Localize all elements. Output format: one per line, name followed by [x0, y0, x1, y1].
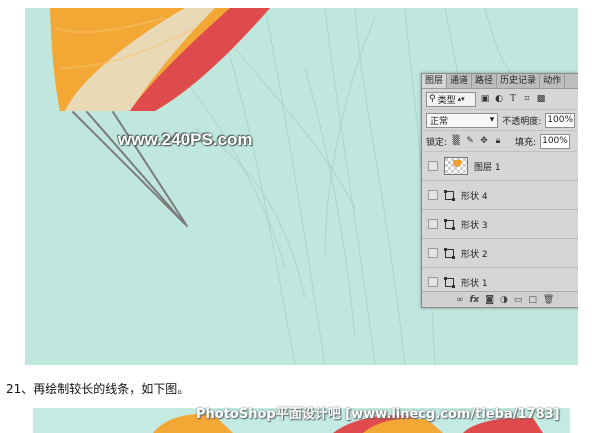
watermark: www.240PS.com	[118, 130, 253, 149]
visibility-toggle[interactable]	[428, 219, 438, 229]
trash-icon[interactable]: 🗑︎	[543, 295, 554, 305]
layer-name: 形状 2	[461, 249, 488, 260]
mask-icon[interactable]: ◙	[485, 295, 494, 305]
opacity-label: 不透明度:	[502, 116, 542, 127]
layer-name: 形状 4	[461, 191, 488, 202]
type-filter-icon[interactable]: T	[508, 94, 518, 104]
visibility-toggle[interactable]	[428, 161, 438, 171]
adjustment-icon[interactable]: ◑	[500, 295, 508, 305]
fill-input[interactable]: 100%	[540, 133, 571, 149]
layer-row[interactable]: 形状 4	[422, 181, 578, 210]
image-filter-icon[interactable]: ▣	[480, 94, 490, 104]
layers-panel[interactable]: 图层 通道 路径 历史记录 动作 ⚲ 类型 ▴▾ ▣ ◐ T ⌗ ▩ 正常 ▾ …	[421, 73, 578, 308]
step-text: 21、再绘制较长的线条，如下图。	[6, 382, 190, 396]
layer-row[interactable]: 图层 1	[422, 152, 578, 181]
photoshop-canvas[interactable]: www.240PS.com 图层 通道 路径 历史记录 动作 ⚲ 类型 ▴▾ ▣…	[25, 8, 578, 365]
panel-footer: ∞ fx ◙ ◑ ▭ □ 🗑︎	[422, 291, 578, 307]
new-layer-icon[interactable]: □	[528, 295, 537, 305]
panel-tabs: 图层 通道 路径 历史记录 动作	[422, 74, 578, 89]
opacity-input[interactable]: 100%	[545, 112, 575, 128]
tab-history[interactable]: 历史记录	[497, 74, 541, 88]
search-icon: ⚲	[429, 94, 436, 104]
visibility-toggle[interactable]	[428, 248, 438, 258]
blend-row: 正常 ▾ 不透明度: 100%	[422, 110, 578, 131]
visibility-toggle[interactable]	[428, 277, 438, 287]
tab-channels[interactable]: 通道	[447, 74, 473, 88]
lock-paint-icon[interactable]: ✎	[465, 136, 475, 146]
layer-row[interactable]: 形状 2	[422, 239, 578, 268]
shape-layer-icon	[444, 218, 455, 230]
tab-paths[interactable]: 路径	[472, 74, 498, 88]
lock-row: 锁定: ▒ ✎ ✥ 🔒︎ 填充: 100%	[422, 131, 578, 152]
link-icon[interactable]: ∞	[456, 295, 464, 305]
filter-row: ⚲ 类型 ▴▾ ▣ ◐ T ⌗ ▩	[422, 89, 578, 110]
shape-layer-icon	[444, 189, 455, 201]
tab-layers[interactable]: 图层	[422, 74, 448, 88]
layer-thumbnail	[444, 157, 468, 175]
shape-filter-icon[interactable]: ⌗	[522, 94, 532, 104]
layer-name: 图层 1	[474, 162, 501, 173]
kind-label: 类型	[437, 95, 456, 106]
visibility-toggle[interactable]	[428, 190, 438, 200]
layer-row[interactable]: 形状 3	[422, 210, 578, 239]
layer-name: 形状 1	[461, 278, 488, 289]
shape-layer-icon	[444, 247, 455, 259]
lock-label: 锁定:	[426, 137, 448, 148]
fill-label: 填充:	[515, 137, 537, 148]
layer-name: 形状 3	[461, 220, 488, 231]
forum-watermark: PhotoShop平面设计吧 [www.linecg.com/tieba/178…	[196, 407, 560, 422]
adjustment-filter-icon[interactable]: ◐	[494, 94, 504, 104]
tab-actions[interactable]: 动作	[540, 74, 566, 88]
group-folder-icon[interactable]: ▭	[514, 295, 523, 305]
lock-transparency-icon[interactable]: ▒	[451, 136, 461, 146]
chevron-down-icon: ▾	[489, 115, 495, 125]
kind-filter-select[interactable]: ⚲ 类型 ▴▾	[426, 91, 476, 107]
blend-mode-select[interactable]: 正常 ▾	[426, 112, 499, 128]
lock-move-icon[interactable]: ✥	[479, 136, 489, 146]
smart-object-filter-icon[interactable]: ▩	[536, 94, 546, 104]
spinner-icon: ▴▾	[457, 95, 465, 103]
blend-mode-value: 正常	[430, 116, 449, 127]
lock-all-icon[interactable]: 🔒︎	[493, 136, 503, 146]
fx-icon[interactable]: fx	[470, 295, 480, 305]
shape-layer-icon	[444, 276, 455, 288]
